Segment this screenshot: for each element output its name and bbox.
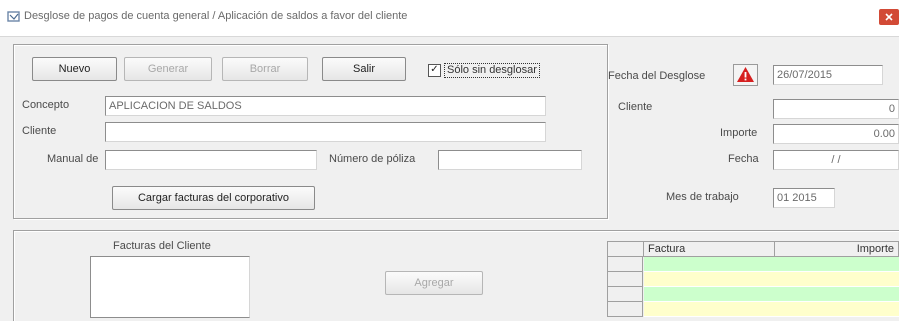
concepto-label: Concepto	[22, 99, 70, 111]
grid-row[interactable]	[644, 272, 899, 287]
client-invoices-list[interactable]	[90, 256, 250, 318]
concepto-input[interactable]: APLICACION DE SALDOS	[105, 96, 546, 116]
generate-button[interactable]: Generar	[124, 57, 212, 81]
cliente-input[interactable]	[105, 122, 546, 142]
app-icon	[7, 11, 20, 22]
warning-button[interactable]	[733, 64, 758, 86]
new-button[interactable]: Nuevo	[32, 57, 117, 81]
grid-row-header[interactable]	[607, 272, 643, 287]
grid-header-importe[interactable]: Importe	[774, 241, 899, 257]
grid-row[interactable]	[644, 257, 899, 272]
client-invoices-label: Facturas del Cliente	[113, 240, 211, 252]
mes-trabajo-label: Mes de trabajo	[666, 191, 739, 203]
title-bar: Desglose de pagos de cuenta general / Ap…	[0, 0, 899, 37]
policy-number-input[interactable]	[438, 150, 582, 170]
load-corporate-invoices-button[interactable]: Cargar facturas del corporativo	[112, 186, 315, 210]
only-undisclosed-label: Sólo sin desglosar	[444, 63, 540, 78]
grid-header-factura[interactable]: Factura	[643, 241, 775, 257]
window-title: Desglose de pagos de cuenta general / Ap…	[24, 10, 408, 22]
right-cliente-input[interactable]: 0	[773, 99, 899, 119]
grid-corner	[607, 241, 644, 257]
importe-input[interactable]: 0.00	[773, 124, 899, 144]
close-icon	[885, 13, 893, 21]
mes-trabajo-input[interactable]: 01 2015	[773, 188, 835, 208]
importe-label: Importe	[720, 127, 758, 139]
policy-number-label: Número de póliza	[329, 153, 416, 165]
grid-row[interactable]	[644, 287, 899, 302]
fecha-desglose-input[interactable]: 26/07/2015	[773, 65, 883, 85]
exit-button[interactable]: Salir	[322, 57, 406, 81]
manual-label: Manual de	[47, 153, 99, 165]
grid-row-header[interactable]	[607, 287, 643, 302]
grid-row-header[interactable]	[607, 257, 643, 272]
fecha-input[interactable]: / /	[773, 150, 899, 170]
add-button[interactable]: Agregar	[385, 271, 483, 295]
manual-input[interactable]	[105, 150, 317, 170]
cliente-label: Cliente	[22, 125, 57, 137]
invoice-grid[interactable]: Factura Importe	[607, 241, 899, 317]
close-button[interactable]	[879, 9, 899, 25]
fecha-desglose-label: Fecha del Desglose	[608, 70, 706, 82]
right-cliente-label: Cliente	[618, 101, 653, 113]
delete-button[interactable]: Borrar	[222, 57, 308, 81]
fecha-label: Fecha	[728, 153, 759, 165]
only-undisclosed-checkbox[interactable]: ✓	[428, 64, 441, 77]
warning-icon	[737, 67, 754, 82]
